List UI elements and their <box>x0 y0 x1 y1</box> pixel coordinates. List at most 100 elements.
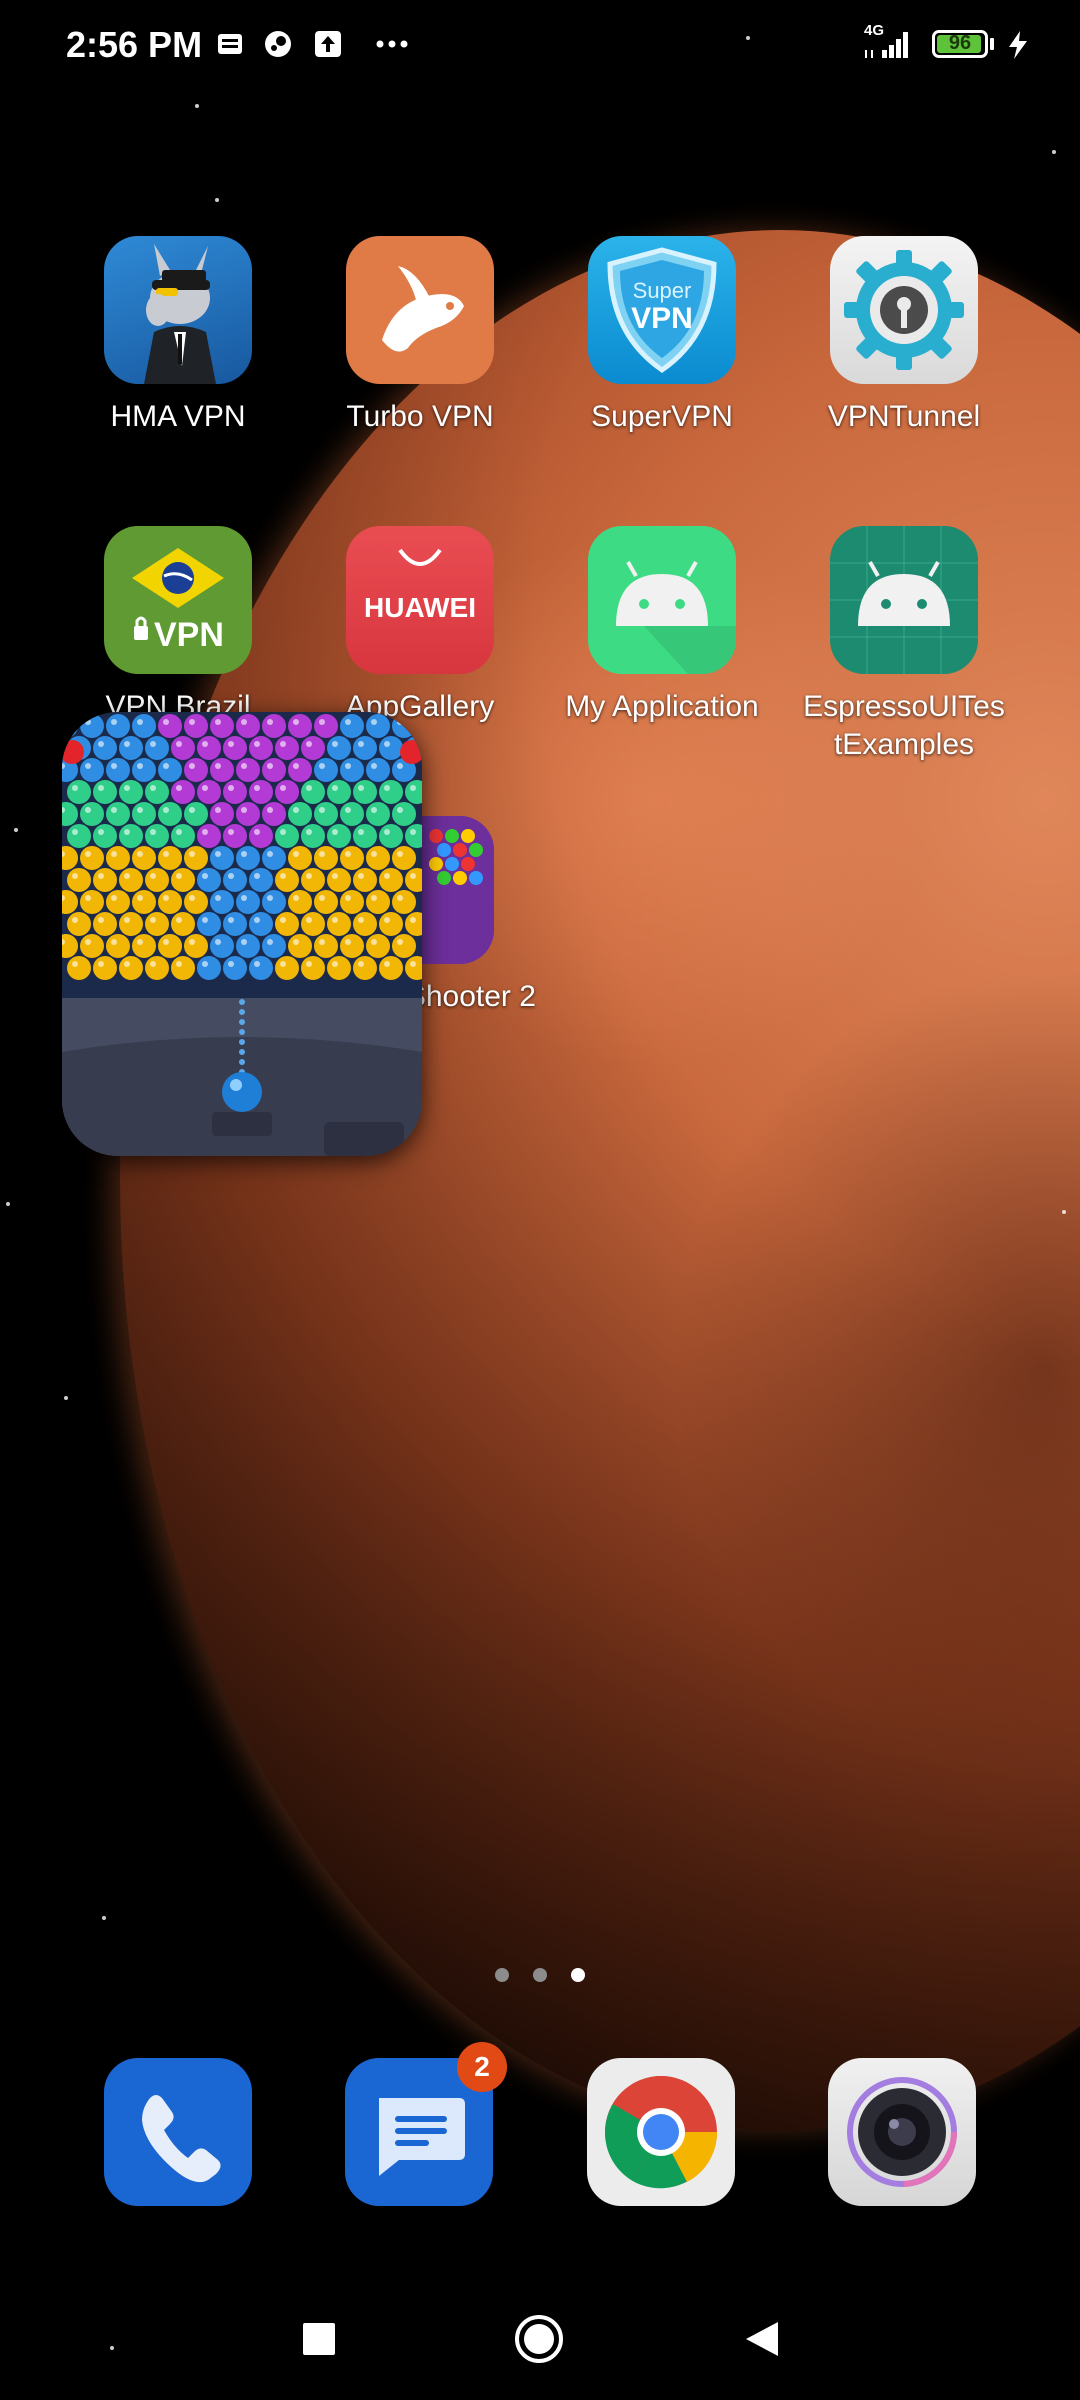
app-supervpn[interactable]: Super VPN SuperVPN <box>542 236 782 436</box>
preview-bubble <box>158 714 182 738</box>
preview-bubble-highlight <box>228 785 234 791</box>
preview-bubble-highlight <box>267 763 273 769</box>
preview-bubble <box>236 846 260 870</box>
app-turbo-vpn[interactable]: Turbo VPN <box>300 236 540 436</box>
preview-bubble <box>379 824 403 848</box>
preview-bubble-highlight <box>358 873 364 879</box>
page-dot[interactable] <box>494 1968 509 1982</box>
dock-camera[interactable] <box>828 2058 976 2206</box>
preview-bubble <box>301 868 325 892</box>
dock-messages[interactable]: 2 <box>345 2042 507 2206</box>
app-preview-bubble-shooter[interactable] <box>62 712 422 1156</box>
preview-bubble-highlight <box>176 961 182 967</box>
preview-bubble-highlight <box>371 719 377 725</box>
preview-bubble-highlight <box>332 741 338 747</box>
preview-bubble-highlight <box>345 807 351 813</box>
page-dot[interactable] <box>533 1968 547 1982</box>
preview-bubble-highlight <box>163 939 169 945</box>
preview-bubble-highlight <box>358 785 364 791</box>
preview-bubble <box>366 890 390 914</box>
preview-bubble-highlight <box>150 741 156 747</box>
preview-bubble-highlight <box>163 895 169 901</box>
preview-bubble-highlight <box>176 785 182 791</box>
dock-phone[interactable] <box>104 2058 252 2206</box>
preview-bubble <box>275 912 299 936</box>
android-icon <box>830 526 978 674</box>
preview-bubble <box>366 802 390 826</box>
preview-bubble <box>366 714 390 738</box>
preview-bubble <box>184 758 208 782</box>
preview-bubble <box>340 758 364 782</box>
preview-bubble <box>171 780 195 804</box>
preview-bubble <box>106 714 130 738</box>
preview-bubble <box>392 890 416 914</box>
preview-bubble-highlight <box>280 961 286 967</box>
preview-bubble <box>197 736 221 760</box>
preview-bubble-highlight <box>228 917 234 923</box>
preview-bubble-highlight <box>163 763 169 769</box>
preview-bubble-highlight <box>124 829 130 835</box>
preview-bubble-highlight <box>202 785 208 791</box>
preview-bubble-highlight <box>202 873 208 879</box>
preview-bubble-highlight <box>241 763 247 769</box>
preview-bubble <box>106 934 130 958</box>
app-vpntunnel[interactable]: VPNTunnel <box>784 236 1024 436</box>
page-indicator[interactable] <box>0 1968 1080 1987</box>
preview-bubble <box>171 824 195 848</box>
preview-bubble-highlight <box>202 741 208 747</box>
preview-bubble-highlight <box>267 939 273 945</box>
preview-bubble-highlight <box>319 807 325 813</box>
preview-bubble <box>210 802 234 826</box>
preview-bubble <box>379 956 403 980</box>
preview-bubble <box>106 890 130 914</box>
preview-bubble <box>210 758 234 782</box>
preview-bubble-highlight <box>280 829 286 835</box>
preview-bubble <box>262 802 286 826</box>
star <box>215 198 219 202</box>
app-my-application[interactable]: My Application <box>542 526 782 726</box>
preview-bubble-highlight <box>202 917 208 923</box>
app-hma-vpn[interactable]: HMA VPN <box>58 236 298 436</box>
preview-bubble-highlight <box>137 807 143 813</box>
preview-bubble <box>80 934 104 958</box>
preview-bubble <box>262 846 286 870</box>
preview-bubble <box>262 714 286 738</box>
app-appgallery[interactable]: HUAWEI AppGallery <box>300 526 540 726</box>
preview-bubble <box>80 846 104 870</box>
preview-bubble-highlight <box>215 763 221 769</box>
preview-bubble <box>67 824 91 848</box>
preview-bubble-highlight <box>358 961 364 967</box>
recents-icon[interactable] <box>302 2322 336 2356</box>
preview-bubble <box>249 824 273 848</box>
app-label: Turbo VPN <box>346 400 494 433</box>
preview-bubble-highlight <box>280 785 286 791</box>
hma-donkey-icon <box>104 236 252 384</box>
preview-bubble <box>275 736 299 760</box>
preview-bubble-highlight <box>137 851 143 857</box>
dock-chrome[interactable] <box>587 2058 735 2206</box>
preview-bubble <box>353 824 377 848</box>
preview-bubble <box>145 780 169 804</box>
preview-bubble-highlight <box>384 917 390 923</box>
back-icon[interactable] <box>744 2320 780 2358</box>
preview-bubble-highlight <box>202 829 208 835</box>
page-dot-current[interactable] <box>571 1968 586 1982</box>
preview-bubble-highlight <box>397 895 403 901</box>
supervpn-top-text: Super <box>632 278 692 303</box>
preview-bubble-highlight <box>176 917 182 923</box>
app-espressouitestexamples[interactable]: EspressoUITes tExamples <box>784 526 1024 764</box>
preview-bubble <box>93 956 117 980</box>
preview-bubble <box>210 934 234 958</box>
preview-bubble-highlight <box>280 917 286 923</box>
preview-bubble-highlight <box>345 763 351 769</box>
preview-bubble-highlight <box>254 741 260 747</box>
home-icon[interactable] <box>514 2314 564 2364</box>
star <box>1062 1210 1066 1214</box>
preview-bubble <box>145 824 169 848</box>
preview-bubble-highlight <box>111 939 117 945</box>
preview-bubble-highlight <box>319 895 325 901</box>
chrome-icon <box>604 2076 718 2189</box>
preview-bubble <box>67 956 91 980</box>
app-vpn-brazil[interactable]: VPN VPN Brazil <box>58 526 298 726</box>
preview-bubble <box>223 868 247 892</box>
